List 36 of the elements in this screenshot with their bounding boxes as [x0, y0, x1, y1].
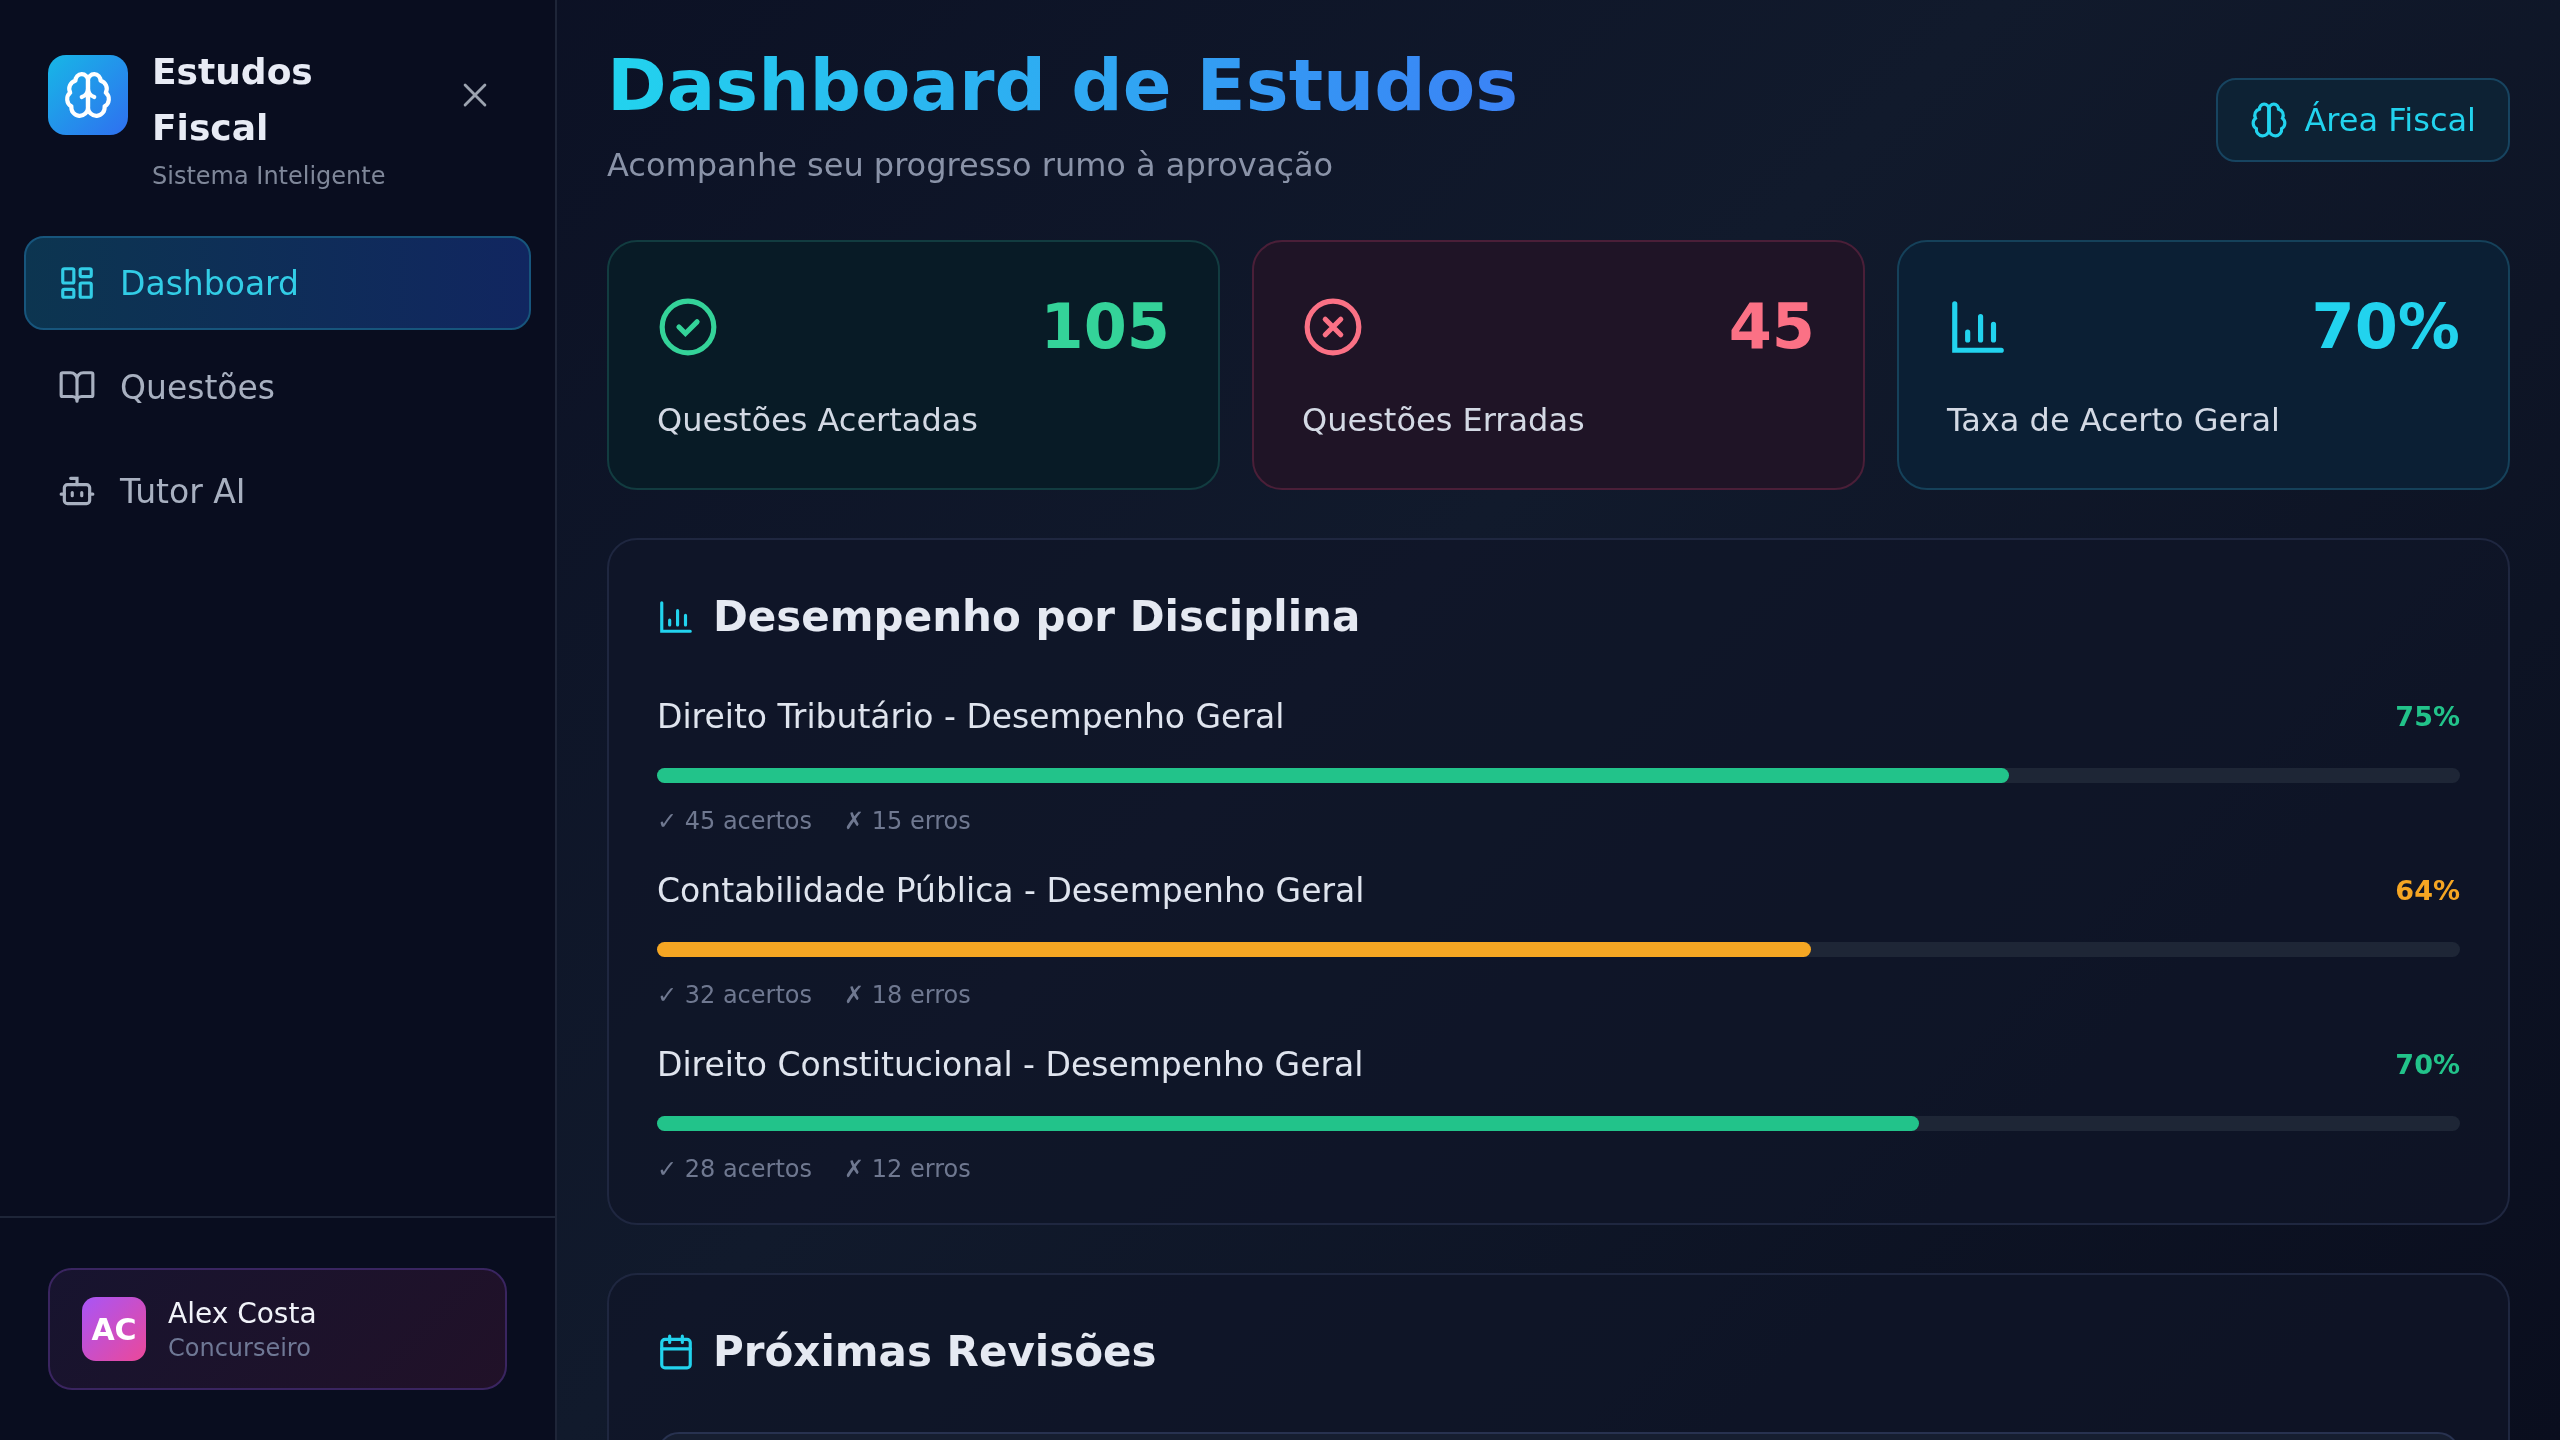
user-name: Alex Costa: [168, 1296, 317, 1330]
wrong-count: ✗ 15 erros: [844, 807, 971, 835]
calendar-icon: [657, 1332, 695, 1371]
stat-label: Questões Acertadas: [657, 401, 979, 439]
subject-percent: 64%: [2395, 875, 2460, 906]
area-button[interactable]: Área Fiscal: [2216, 78, 2510, 162]
subject-name: Direito Tributário - Desempenho Geral: [657, 697, 1285, 736]
correct-count: ✓ 32 acertos: [657, 981, 813, 1009]
stat-value: 45: [1728, 290, 1815, 363]
brain-icon: [2250, 101, 2289, 139]
brand-title: Estudos Fiscal: [152, 50, 314, 150]
nav-item[interactable]: Dashboard: [24, 236, 531, 330]
stat-value: 70%: [2311, 290, 2460, 363]
stat-label: Taxa de Acerto Geral: [1947, 401, 2281, 439]
wrong-count: ✗ 12 erros: [844, 1155, 971, 1183]
subject-percent: 75%: [2395, 701, 2460, 732]
wrong-count: ✗ 18 erros: [844, 981, 971, 1009]
correct-count: ✓ 45 acertos: [657, 807, 813, 835]
stat-value: 105: [1040, 290, 1170, 363]
brand-subtitle: Sistema Inteligente: [152, 162, 387, 190]
stat-label: Questões Erradas: [1302, 401, 1586, 439]
page-subtitle: Acompanhe seu progresso rumo à aprovação: [607, 146, 1335, 184]
section-title: Desempenho por Disciplina: [713, 592, 1361, 641]
nav-item[interactable]: Questões: [24, 340, 531, 434]
subject-percent: 70%: [2395, 1049, 2460, 1080]
correct-count: ✓ 28 acertos: [657, 1155, 813, 1183]
user-avatar: AC: [82, 1297, 146, 1361]
subject-name: Direito Constitucional - Desempenho Geral: [657, 1045, 1364, 1084]
subject-name: Contabilidade Pública - Desempenho Geral: [657, 871, 1365, 910]
user-role: Concurseiro: [168, 1333, 312, 1362]
dashboard-grid-icon: [58, 264, 96, 302]
user-card[interactable]: AC Alex Costa Concurseiro: [48, 1268, 507, 1390]
section-title: Próximas Revisões: [713, 1327, 1157, 1376]
brain-logo-icon: [48, 55, 128, 135]
nav-item[interactable]: Tutor AI: [24, 444, 531, 538]
book-icon: [58, 368, 96, 406]
